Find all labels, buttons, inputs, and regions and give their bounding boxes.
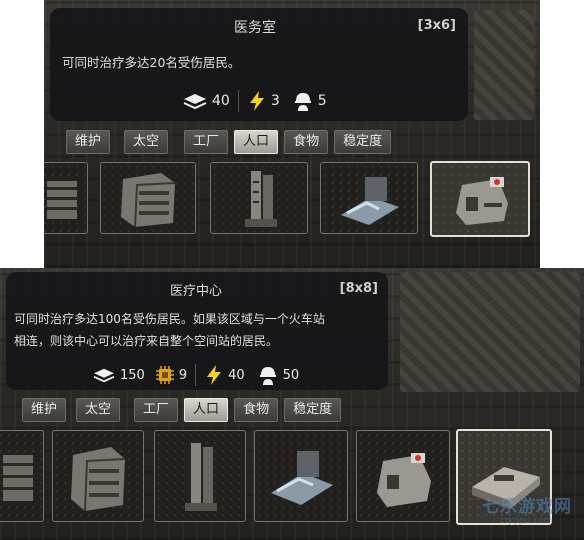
workers-value: 50 xyxy=(282,367,300,383)
tooltip-description: 可同时治疗多达100名受伤居民。如果该区域与一个火车站 相连，则该中心可以治疗来… xyxy=(14,308,325,352)
tab-food[interactable]: 食物 xyxy=(284,130,329,154)
watermark-text: 七乐游戏网 xyxy=(482,497,572,517)
infirmary-building-icon xyxy=(456,177,508,225)
building-tooltip: 医疗中心 [8x8] 可同时治疗多达100名受伤居民。如果该区域与一个火车站 相… xyxy=(6,272,388,390)
game-screenshot-bottom: 医疗中心 [8x8] 可同时治疗多达100名受伤居民。如果该区域与一个火车站 相… xyxy=(0,268,584,540)
lightning-icon xyxy=(249,91,264,111)
building-card[interactable] xyxy=(356,430,450,522)
divider xyxy=(195,364,197,386)
building-card[interactable] xyxy=(320,162,418,234)
building-card[interactable] xyxy=(100,162,196,234)
power-value: 3 xyxy=(270,93,280,109)
worker-helmet-icon xyxy=(294,93,311,111)
building-card[interactable] xyxy=(0,430,44,522)
tower-building-icon xyxy=(185,443,217,511)
tower-building-icon xyxy=(245,171,277,227)
chips-value: 9 xyxy=(178,367,188,383)
cost-row: 150 9 40 50 xyxy=(92,364,299,386)
tooltip-title: 医疗中心 xyxy=(170,284,223,299)
building-card[interactable] xyxy=(44,162,88,234)
stack-icon xyxy=(93,368,115,383)
category-tabs: 维护 太空 工厂 人口 食物 稳定度 xyxy=(22,398,347,422)
tab-food[interactable]: 食物 xyxy=(234,398,279,422)
tooltip-title: 医务室 xyxy=(234,20,276,36)
rack-building-icon xyxy=(47,181,77,219)
cost-row: 40 3 5 xyxy=(182,90,327,112)
divider xyxy=(237,90,239,112)
materials-value: 150 xyxy=(120,367,145,383)
tab-stability[interactable]: 稳定度 xyxy=(334,130,392,154)
cost-materials: 40 xyxy=(182,91,230,111)
category-tabs: 维护 太空 工厂 人口 食物 稳定度 xyxy=(66,130,397,154)
building-tooltip: 医务室 [3x6] 可同时治疗多达20名受伤居民。 40 3 5 xyxy=(50,8,468,121)
game-screenshot-top: 医务室 [3x6] 可同时治疗多达20名受伤居民。 40 3 5 维护 太空 工… xyxy=(44,0,540,268)
tab-maintenance[interactable]: 维护 xyxy=(66,130,111,154)
cost-workers: 5 xyxy=(292,90,327,112)
building-card[interactable] xyxy=(154,430,246,522)
tooltip-size: [3x6] xyxy=(417,18,456,33)
tab-population[interactable]: 人口 xyxy=(234,130,279,154)
building-card[interactable] xyxy=(210,162,308,234)
cost-power: 40 xyxy=(204,364,245,386)
cost-chips: 9 xyxy=(155,365,187,385)
watermark-url: cqqipu.com xyxy=(500,516,553,526)
tab-space[interactable]: 太空 xyxy=(76,398,121,422)
materials-value: 40 xyxy=(212,93,230,109)
infirmary-building-icon xyxy=(377,453,431,507)
tooltip-size: [8x8] xyxy=(339,281,378,296)
description-line: 可同时治疗多达100名受伤居民。如果该区域与一个火车站 xyxy=(14,312,325,326)
description-line: 相连，则该中心可以治疗来自整个空间站的居民。 xyxy=(14,334,279,348)
lightning-icon xyxy=(207,365,222,385)
workers-value: 5 xyxy=(317,93,327,109)
tab-factory[interactable]: 工厂 xyxy=(134,398,179,422)
machinery-decor xyxy=(474,10,534,120)
tooltip-description: 可同时治疗多达20名受伤居民。 xyxy=(62,55,241,70)
cabinet-building-icon xyxy=(121,173,176,228)
cabinet-building-icon xyxy=(71,447,126,512)
building-cards xyxy=(44,160,540,240)
building-card[interactable] xyxy=(254,430,348,522)
med-pod-building-icon xyxy=(271,451,333,505)
cost-materials: 150 xyxy=(92,366,145,384)
stack-icon xyxy=(183,94,207,110)
building-card-selected[interactable] xyxy=(430,161,530,237)
building-card[interactable] xyxy=(52,430,144,522)
tab-maintenance[interactable]: 维护 xyxy=(22,398,67,422)
tab-space[interactable]: 太空 xyxy=(124,130,169,154)
tab-stability[interactable]: 稳定度 xyxy=(284,398,342,422)
med-pod-building-icon xyxy=(341,177,399,225)
rack-building-icon xyxy=(3,455,33,501)
power-value: 40 xyxy=(228,367,245,383)
cost-workers: 50 xyxy=(257,364,300,386)
worker-helmet-icon xyxy=(259,367,276,385)
tab-population[interactable]: 人口 xyxy=(184,398,229,422)
chip-icon xyxy=(155,366,174,384)
machinery-decor xyxy=(400,272,580,392)
tab-factory[interactable]: 工厂 xyxy=(184,130,229,154)
cost-power: 3 xyxy=(247,90,280,112)
